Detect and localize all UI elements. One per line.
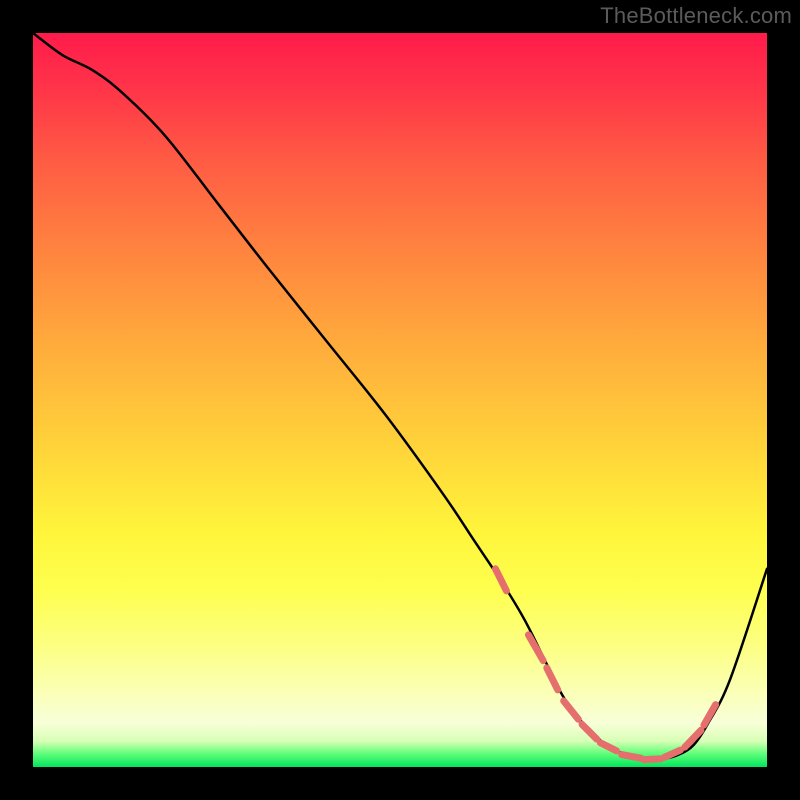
- dash-segment: [600, 743, 616, 751]
- dash-segment: [547, 668, 558, 690]
- dash-segment: [564, 701, 579, 719]
- chart-frame: TheBottleneck.com: [0, 0, 800, 800]
- dash-segment: [528, 635, 543, 661]
- bottleneck-curve-svg: [33, 33, 767, 767]
- dash-segment: [644, 759, 661, 760]
- dash-segment: [664, 750, 680, 757]
- bottleneck-curve: [33, 33, 767, 760]
- dash-segment: [582, 724, 597, 739]
- plot-area: [33, 33, 767, 767]
- dash-segment: [622, 755, 641, 759]
- watermark-text: TheBottleneck.com: [600, 3, 792, 29]
- curve-dash-overlay: [495, 569, 715, 760]
- dash-segment: [495, 569, 506, 591]
